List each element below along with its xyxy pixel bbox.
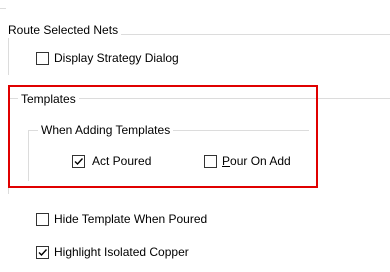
display-strategy-dialog-label[interactable]: Display Strategy Dialog (54, 50, 179, 66)
highlight-isolated-copper-checkbox[interactable] (36, 246, 49, 259)
hide-template-when-poured-checkbox[interactable] (36, 213, 49, 226)
hide-template-when-poured-label[interactable]: Hide Template When Poured (54, 211, 207, 227)
checkmark-icon (38, 249, 48, 257)
top-partial-frame-line (0, 8, 6, 9)
route-selected-nets-title: Route Selected Nets (5, 22, 122, 38)
highlight-box (8, 85, 318, 188)
highlight-isolated-copper-label[interactable]: Highlight Isolated Copper (54, 244, 189, 260)
display-strategy-dialog-checkbox[interactable] (36, 52, 49, 65)
